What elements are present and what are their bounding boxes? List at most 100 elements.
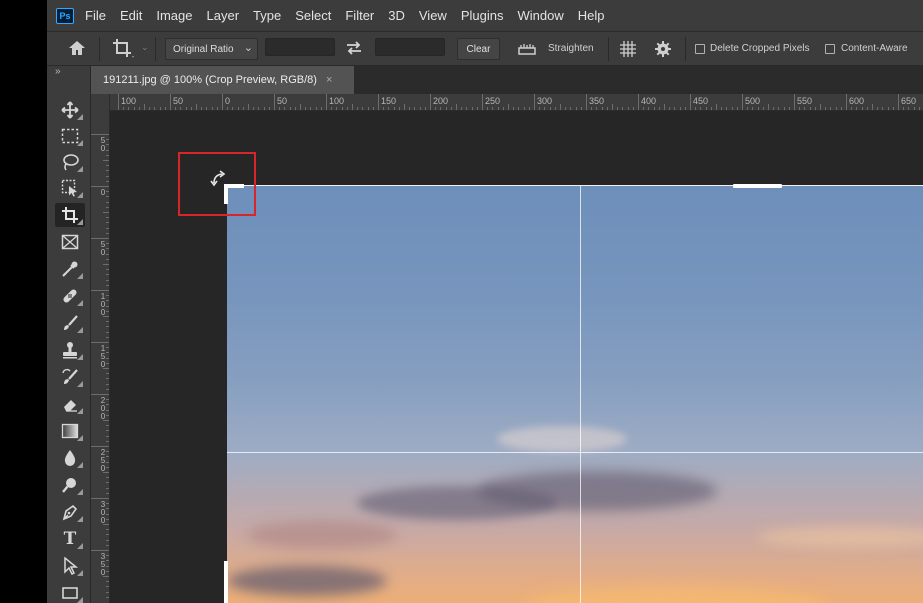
- clone-stamp-tool[interactable]: [55, 338, 85, 362]
- ruler-minor-tick: [103, 160, 109, 161]
- cloud: [227, 566, 387, 596]
- swap-dimensions-icon[interactable]: [345, 40, 363, 61]
- ruler-tick: [638, 94, 639, 110]
- ruler-minor-tick: [248, 104, 249, 110]
- eyedropper-tool[interactable]: [55, 257, 85, 281]
- crop-settings-gear-icon[interactable]: [654, 40, 672, 63]
- ruler-minor-tick: [872, 104, 873, 110]
- ruler-minor-tick: [456, 104, 457, 110]
- pen-tool[interactable]: [55, 500, 85, 524]
- rectangle-tool[interactable]: [55, 581, 85, 603]
- delete-cropped-label[interactable]: Delete Cropped Pixels: [710, 43, 810, 54]
- ruler-tick: [91, 134, 109, 135]
- menu-image[interactable]: Image: [149, 8, 199, 23]
- options-divider: [155, 37, 156, 61]
- ruler-tick: [898, 94, 899, 110]
- ruler-label: 350: [589, 96, 605, 106]
- arrow-pointer-icon: [64, 557, 78, 575]
- menu-help[interactable]: Help: [571, 8, 612, 23]
- preset-chevron-icon[interactable]: ⌄: [141, 42, 149, 53]
- tools-panel: » T: [47, 66, 91, 603]
- cloud: [757, 526, 923, 548]
- menu-plugins[interactable]: Plugins: [454, 8, 511, 23]
- clear-button[interactable]: Clear: [457, 38, 500, 60]
- ruler-label: 600: [849, 96, 865, 106]
- marquee-tool[interactable]: [55, 124, 85, 148]
- ruler-minor-tick: [352, 104, 353, 110]
- crop-tool-preset-icon[interactable]: [111, 37, 135, 64]
- eraser-tool[interactable]: [55, 392, 85, 416]
- menu-layer[interactable]: Layer: [200, 8, 247, 23]
- tools-collapse-button[interactable]: »: [55, 66, 61, 77]
- lasso-tool[interactable]: [55, 150, 85, 174]
- close-icon[interactable]: ×: [326, 74, 332, 86]
- menu-file[interactable]: File: [78, 8, 113, 23]
- tool-group-indicator: [77, 381, 83, 387]
- ruler-tick: [586, 94, 587, 110]
- blur-tool[interactable]: [55, 446, 85, 470]
- ruler-tick: [91, 394, 109, 395]
- history-brush-tool[interactable]: [55, 365, 85, 389]
- cloud: [497, 426, 627, 452]
- options-bar: ⌄ Original Ratio ⌄ Clear Straighten Dele…: [47, 31, 923, 66]
- ruler-minor-tick: [820, 104, 821, 110]
- content-aware-label[interactable]: Content-Aware: [841, 43, 908, 54]
- cloud: [477, 471, 717, 511]
- ruler-label: 50: [100, 136, 106, 153]
- tool-group-indicator: [77, 192, 83, 198]
- crop-width-field[interactable]: [265, 38, 335, 56]
- menu-type[interactable]: Type: [246, 8, 288, 23]
- type-tool[interactable]: T: [55, 527, 85, 551]
- ruler-label: 250: [485, 96, 501, 106]
- tool-group-indicator: [77, 408, 83, 414]
- menu-window[interactable]: Window: [510, 8, 570, 23]
- ruler-minor-tick: [612, 104, 613, 110]
- move-tool[interactable]: [55, 98, 85, 122]
- ruler-label: 50: [100, 240, 106, 257]
- chevron-down-icon: ⌄: [243, 42, 253, 54]
- gradient-tool[interactable]: [55, 419, 85, 443]
- ruler-minor-tick: [508, 104, 509, 110]
- crop-height-field[interactable]: [375, 38, 445, 56]
- straighten-label[interactable]: Straighten: [548, 43, 594, 54]
- straighten-icon[interactable]: [517, 41, 537, 62]
- ruler-minor-tick: [664, 104, 665, 110]
- ruler-label: 350: [100, 552, 106, 577]
- tool-group-indicator: [77, 570, 83, 576]
- ruler-label: 150: [100, 344, 106, 369]
- highlight-box: [178, 152, 256, 216]
- crop-border-top[interactable]: [227, 185, 923, 186]
- ratio-select[interactable]: Original Ratio ⌄: [165, 38, 258, 60]
- tool-group-indicator: [77, 219, 83, 225]
- brush-tool[interactable]: [55, 311, 85, 335]
- vertical-ruler[interactable]: 50 0 50 100 150 200 250 300 350: [91, 94, 110, 603]
- ruler-label: 50: [277, 96, 288, 106]
- overlay-grid-icon[interactable]: [619, 40, 637, 63]
- ruler-label: 0: [225, 96, 231, 106]
- horizontal-ruler[interactable]: 100 50 0 50 100 150 200 250 300 350 400 450 500 550 60…: [110, 94, 923, 111]
- delete-cropped-checkbox[interactable]: [695, 44, 705, 54]
- ruler-tick: [846, 94, 847, 110]
- menu-3d[interactable]: 3D: [381, 8, 412, 23]
- object-selection-tool[interactable]: [55, 176, 85, 200]
- menu-edit[interactable]: Edit: [113, 8, 149, 23]
- menu-view[interactable]: View: [412, 8, 454, 23]
- ruler-tick: [91, 290, 109, 291]
- tool-group-indicator: [77, 597, 83, 603]
- menu-filter[interactable]: Filter: [338, 8, 381, 23]
- home-icon[interactable]: [67, 39, 87, 62]
- menu-select[interactable]: Select: [288, 8, 338, 23]
- healing-brush-tool[interactable]: [55, 284, 85, 308]
- document-tab[interactable]: 191211.jpg @ 100% (Crop Preview, RGB/8) …: [91, 66, 354, 94]
- dodge-tool[interactable]: [55, 473, 85, 497]
- ruler-tick: [91, 342, 109, 343]
- content-aware-checkbox[interactable]: [825, 44, 835, 54]
- path-selection-tool[interactable]: [55, 554, 85, 578]
- frame-tool[interactable]: [55, 230, 85, 254]
- crop-tool[interactable]: [55, 203, 85, 227]
- crop-edge-handle-left[interactable]: [224, 561, 228, 603]
- ruler-label: 200: [100, 396, 106, 421]
- ruler-tick: [91, 238, 109, 239]
- ruler-label: 400: [641, 96, 657, 106]
- crop-edge-handle-top[interactable]: [733, 184, 782, 188]
